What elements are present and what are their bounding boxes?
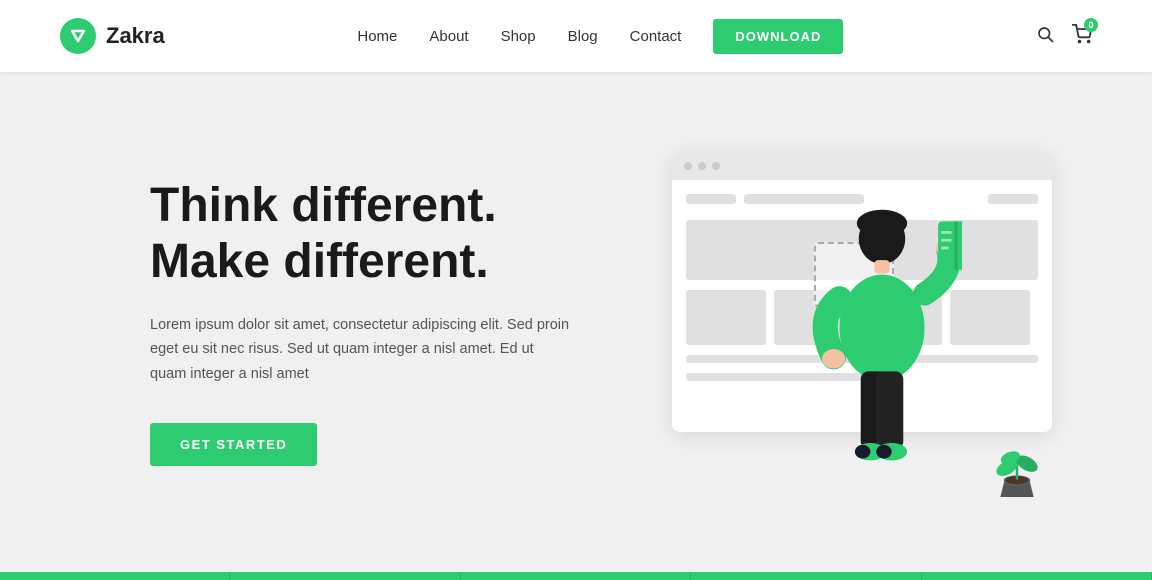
browser-bar [672,152,1052,180]
browser-dot-1 [684,162,692,170]
search-icon [1036,25,1054,43]
nav-link-shop[interactable]: Shop [501,28,536,45]
nav-link-blog[interactable]: Blog [568,28,598,45]
hero-description: Lorem ipsum dolor sit amet, consectetur … [150,313,572,387]
browser-dot-3 [712,162,720,170]
footer-segment-5 [922,572,1152,580]
cart-badge: 0 [1084,18,1098,32]
logo-area[interactable]: Zakra [60,18,165,54]
nav-link-home[interactable]: Home [357,28,397,45]
mock-card-4 [950,290,1030,345]
hero-title: Think different. Make different. [150,178,572,288]
browser-dot-2 [698,162,706,170]
mock-card-1 [686,290,766,345]
hero-content: Think different. Make different. Lorem i… [150,178,572,465]
header-actions: 0 [1036,24,1092,49]
site-header: Zakra Home About Shop Blog Contact DOWNL… [0,0,1152,72]
nav-link-about[interactable]: About [429,28,468,45]
mock-rect [686,194,736,204]
footer-segment-1 [0,572,230,580]
search-button[interactable] [1036,25,1054,48]
mock-rect [988,194,1038,204]
hero-illustration [572,132,1052,512]
person-figure [802,202,962,502]
download-button[interactable]: DOWNLOAD [713,19,843,54]
main-nav: Home About Shop Blog Contact DOWNLOAD [357,19,843,54]
footer-segment-4 [691,572,921,580]
logo-icon [60,18,96,54]
get-started-button[interactable]: GET STARTED [150,423,317,466]
nav-link-contact[interactable]: Contact [630,28,682,45]
footer-bar [0,572,1152,580]
hero-section: Think different. Make different. Lorem i… [0,72,1152,572]
plant-figure [992,442,1042,502]
cart-button[interactable]: 0 [1072,24,1092,49]
footer-segment-3 [461,572,691,580]
footer-segment-2 [230,572,460,580]
logo-text: Zakra [106,23,165,49]
